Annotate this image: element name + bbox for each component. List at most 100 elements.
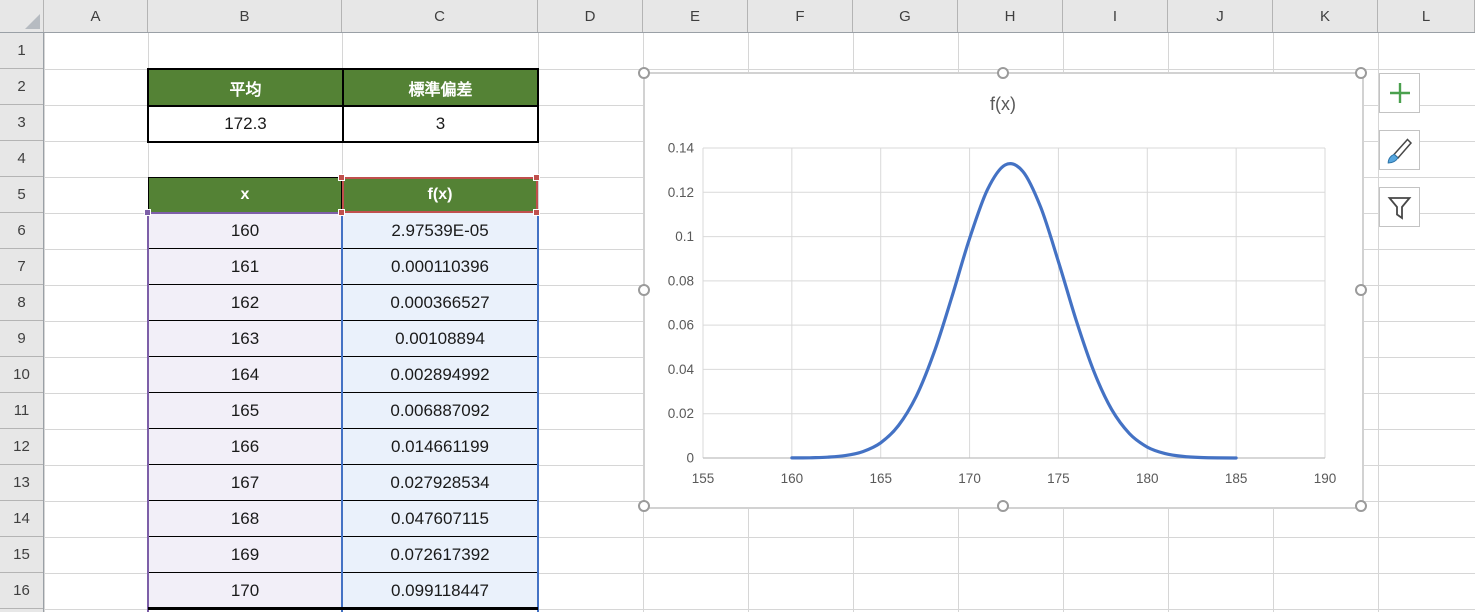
stats-mean-value-cell[interactable]: 172.3 <box>147 105 344 143</box>
row-header-11[interactable]: 11 <box>0 393 43 429</box>
select-all-triangle-icon <box>25 14 40 29</box>
column-header-C[interactable]: C <box>342 0 538 32</box>
funnel-icon <box>1387 196 1412 220</box>
fx-value-cell[interactable]: 0.000366527 <box>342 285 538 321</box>
x-tick-label: 155 <box>692 471 715 486</box>
row-header-8[interactable]: 8 <box>0 285 43 321</box>
x-value-cell[interactable]: 160 <box>148 213 342 249</box>
stats-header-mean-cell[interactable]: 平均 <box>147 68 344 107</box>
chart-styles-button[interactable] <box>1379 130 1420 170</box>
x-value-cell[interactable]: 169 <box>148 537 342 573</box>
row-header-7[interactable]: 7 <box>0 249 43 285</box>
column-header-A[interactable]: A <box>44 0 148 32</box>
x-value-cell[interactable]: 168 <box>148 501 342 537</box>
row-header-1[interactable]: 1 <box>0 33 43 69</box>
chart-elements-button[interactable] <box>1379 73 1420 113</box>
row-header-6[interactable]: 6 <box>0 213 43 249</box>
x-tick-label: 160 <box>781 471 804 486</box>
y-tick-label: 0.1 <box>675 229 694 244</box>
x-value-cell[interactable]: 170 <box>148 573 342 609</box>
x-value-cell[interactable]: 162 <box>148 285 342 321</box>
fx-value-cell[interactable]: 0.002894992 <box>342 357 538 393</box>
fx-value-cell[interactable]: 0.000110396 <box>342 249 538 285</box>
data-table[interactable]: x f(x) 160 2.97539E-05 161 0.000110396 162 0.… <box>148 177 538 609</box>
x-value-cell[interactable]: 167 <box>148 465 342 501</box>
fx-value-cell[interactable]: 0.047607115 <box>342 501 538 537</box>
x-value-cell[interactable]: 165 <box>148 393 342 429</box>
chart-resize-handle[interactable] <box>1355 67 1367 79</box>
row-headers[interactable]: 1 2 3 4 5 6 7 8 9 10 11 12 13 14 15 16 <box>0 33 44 612</box>
column-header-E[interactable]: E <box>643 0 748 32</box>
y-tick-label: 0.12 <box>668 185 694 200</box>
stats-table[interactable]: 平均 標準偏差 172.3 3 <box>147 68 539 143</box>
y-tick-label: 0.02 <box>668 406 694 421</box>
stats-header-stdev-cell[interactable]: 標準偏差 <box>342 68 539 107</box>
normal-distribution-chart[interactable]: 155 160 165 170 175 180 185 190 0.14 0.12 0.1 0.08… <box>638 67 1367 512</box>
x-value-cell[interactable]: 166 <box>148 429 342 465</box>
x-tick-label: 175 <box>1047 471 1070 486</box>
row-header-4[interactable]: 4 <box>0 141 43 177</box>
y-tick-label: 0.04 <box>668 362 695 377</box>
gridline <box>44 33 45 612</box>
row-header-14[interactable]: 14 <box>0 501 43 537</box>
x-value-cell[interactable]: 161 <box>148 249 342 285</box>
y-tick-label: 0.06 <box>668 318 694 333</box>
column-header-F[interactable]: F <box>748 0 853 32</box>
column-header-D[interactable]: D <box>538 0 643 32</box>
y-tick-label: 0.08 <box>668 273 694 288</box>
stats-stdev-value-cell[interactable]: 3 <box>342 105 539 143</box>
chart-resize-handle[interactable] <box>996 67 1009 79</box>
fx-value-cell[interactable]: 0.099118447 <box>342 573 538 609</box>
fx-value-cell[interactable]: 0.072617392 <box>342 537 538 573</box>
x-tick-label: 165 <box>869 471 892 486</box>
chart-resize-handle[interactable] <box>1355 500 1367 512</box>
select-all-button[interactable] <box>0 0 44 32</box>
row-header-5[interactable]: 5 <box>0 177 43 213</box>
column-header-L[interactable]: L <box>1378 0 1475 32</box>
data-table-header-row: x f(x) <box>148 177 538 213</box>
fx-value-cell[interactable]: 0.006887092 <box>342 393 538 429</box>
table-row: 170 0.099118447 <box>148 573 538 609</box>
table-row: 162 0.000366527 <box>148 285 538 321</box>
chart-resize-handle[interactable] <box>638 67 650 79</box>
row-header-12[interactable]: 12 <box>0 429 43 465</box>
x-value-cell[interactable]: 163 <box>148 321 342 357</box>
column-header-K[interactable]: K <box>1273 0 1378 32</box>
column-header-J[interactable]: J <box>1168 0 1273 32</box>
x-tick-label: 170 <box>958 471 981 486</box>
row-header-16[interactable]: 16 <box>0 573 43 609</box>
row-header-15[interactable]: 15 <box>0 537 43 573</box>
fx-value-cell[interactable]: 2.97539E-05 <box>342 213 538 249</box>
fx-value-cell[interactable]: 0.027928534 <box>342 465 538 501</box>
brush-icon <box>1387 137 1413 164</box>
chart-y-axis[interactable]: 0.14 0.12 0.1 0.08 0.06 0.04 0.02 0 <box>668 141 695 466</box>
table-row: 161 0.000110396 <box>148 249 538 285</box>
row-header-3[interactable]: 3 <box>0 105 43 141</box>
chart-title[interactable]: f(x) <box>990 94 1016 114</box>
column-header-H[interactable]: H <box>958 0 1063 32</box>
x-tick-label: 190 <box>1314 471 1337 486</box>
chart-resize-handle[interactable] <box>1355 283 1367 296</box>
chart-resize-handle[interactable] <box>996 500 1009 512</box>
chart-filters-button[interactable] <box>1379 187 1420 227</box>
plus-icon <box>1389 83 1410 103</box>
fx-value-cell[interactable]: 0.00108894 <box>342 321 538 357</box>
chart-resize-handle[interactable] <box>638 500 650 512</box>
chart-resize-handle[interactable] <box>638 283 650 296</box>
fx-column-header-cell[interactable]: f(x) <box>342 177 538 213</box>
chart-x-axis[interactable]: 155 160 165 170 175 180 185 190 <box>692 471 1337 486</box>
column-header-I[interactable]: I <box>1063 0 1168 32</box>
column-headers[interactable]: ABCDEFGHIJKL <box>0 0 1475 33</box>
row-header-10[interactable]: 10 <box>0 357 43 393</box>
row-header-13[interactable]: 13 <box>0 465 43 501</box>
x-tick-label: 180 <box>1136 471 1159 486</box>
fx-value-cell[interactable]: 0.014661199 <box>342 429 538 465</box>
excel-worksheet[interactable]: ABCDEFGHIJKL 1 2 3 4 5 6 7 8 9 10 11 12 13 14 15 16 平均 … <box>0 0 1475 612</box>
row-header-9[interactable]: 9 <box>0 321 43 357</box>
data-table-rows: 160 2.97539E-05 161 0.000110396 162 0.0003665… <box>148 213 538 609</box>
x-value-cell[interactable]: 164 <box>148 357 342 393</box>
column-header-B[interactable]: B <box>148 0 342 32</box>
column-header-G[interactable]: G <box>853 0 958 32</box>
row-header-2[interactable]: 2 <box>0 69 43 105</box>
x-column-header-cell[interactable]: x <box>148 177 342 213</box>
